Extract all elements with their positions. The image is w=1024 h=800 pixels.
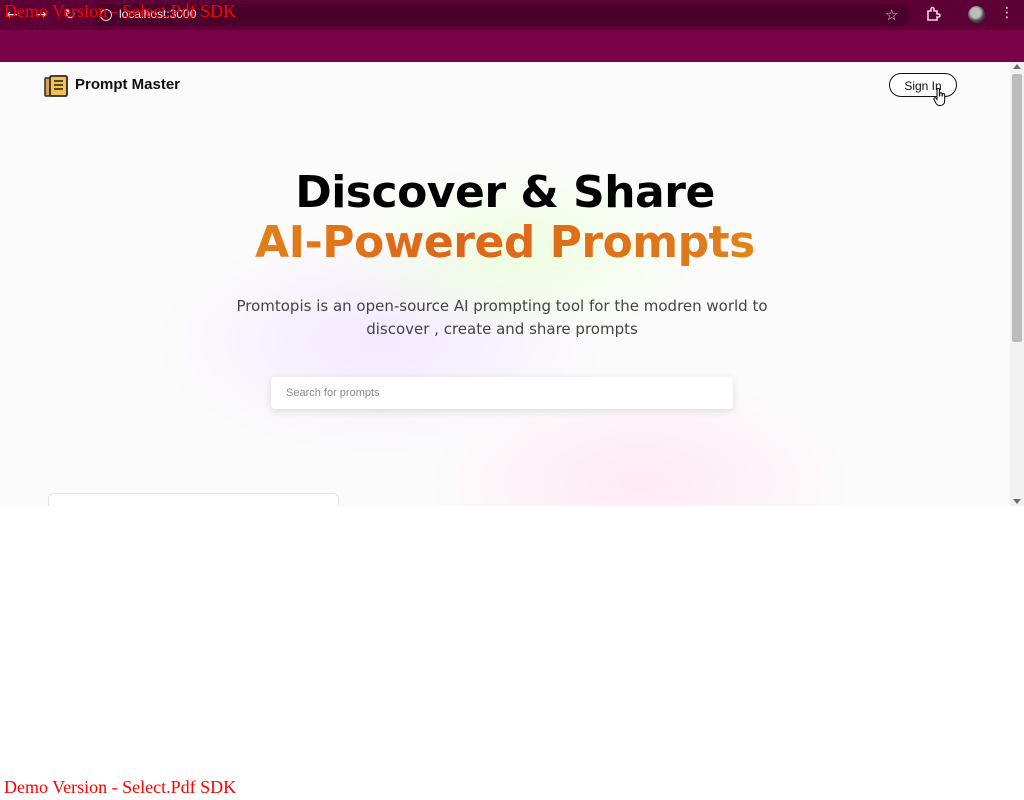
logo-icon bbox=[44, 75, 68, 97]
prompt-card[interactable] bbox=[48, 493, 339, 506]
hand-cursor-icon bbox=[933, 88, 946, 106]
kebab-menu-icon[interactable]: ⋮ bbox=[1000, 4, 1014, 22]
scroll-up-icon[interactable] bbox=[1013, 64, 1021, 69]
logo-text[interactable]: Prompt Master bbox=[75, 76, 180, 93]
profile-avatar[interactable] bbox=[968, 6, 985, 23]
extensions-icon[interactable] bbox=[926, 6, 942, 22]
hero-title-line-1: Discover & Share bbox=[295, 167, 715, 218]
watermark-bottom: Demo Version - Select.Pdf SDK bbox=[4, 777, 237, 797]
watermark-top: Demo Version - Select.Pdf SDK bbox=[4, 1, 237, 21]
scroll-down-icon[interactable] bbox=[1013, 499, 1021, 504]
hero-title-line-2: AI-Powered Prompts bbox=[0, 217, 1010, 269]
scrollbar-thumb[interactable] bbox=[1012, 74, 1022, 342]
page-viewport: Prompt Master Sign In Discover & Share A… bbox=[0, 62, 1024, 506]
bookmark-star-icon[interactable]: ☆ bbox=[885, 6, 898, 24]
search-input[interactable] bbox=[271, 377, 733, 409]
hero-description: Promtopis is an open-source AI prompting… bbox=[236, 297, 768, 338]
scrollbar[interactable] bbox=[1010, 62, 1024, 506]
